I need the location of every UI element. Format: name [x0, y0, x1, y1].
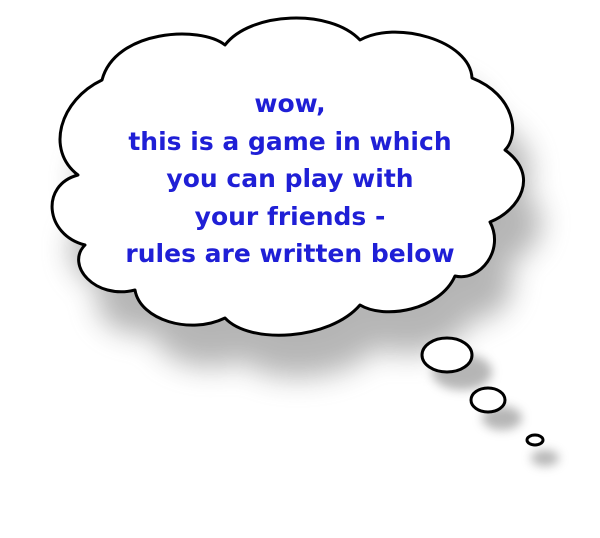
- thought-trail-circle-small: [525, 433, 545, 447]
- thought-bubble-text: wow, this is a game in which you can pla…: [90, 85, 490, 273]
- bubble-line-4: your friends -: [194, 201, 386, 231]
- bubble-line-2: this is a game in which: [128, 126, 452, 156]
- thought-trail-circle-medium: [469, 386, 507, 414]
- bubble-line-3: you can play with: [166, 164, 414, 193]
- thought-trail-circle-large: [420, 336, 474, 374]
- bubble-line-5: rules are written below: [125, 239, 455, 268]
- bubble-line-1: wow,: [254, 89, 326, 118]
